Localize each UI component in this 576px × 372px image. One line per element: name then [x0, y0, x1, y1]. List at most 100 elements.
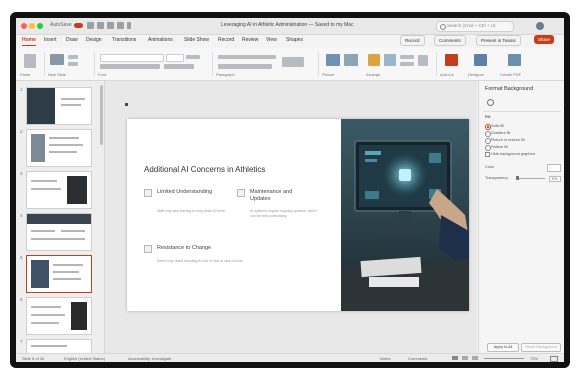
- font-name-field[interactable]: [100, 54, 164, 62]
- font-group[interactable]: [98, 52, 208, 74]
- new-slide-group[interactable]: [48, 52, 88, 74]
- tab-transitions[interactable]: Transitions: [112, 37, 136, 43]
- picture-label: Picture: [322, 72, 335, 77]
- present-in-teams-button[interactable]: Present in Teams: [476, 35, 521, 46]
- item-heading[interactable]: Limited Understanding: [157, 189, 212, 196]
- transparency-slider[interactable]: [517, 178, 545, 179]
- checkbox-icon: [237, 189, 245, 197]
- divider: [318, 52, 319, 76]
- font-format-icons[interactable]: [100, 64, 160, 69]
- color-picker-button[interactable]: [547, 164, 561, 172]
- thumbnail-text: [31, 230, 55, 232]
- font-color-icons[interactable]: [164, 64, 194, 69]
- thumbnail-text: [61, 104, 81, 106]
- zoom-slider[interactable]: [484, 358, 524, 359]
- slide-thumbnail[interactable]: [26, 297, 92, 335]
- item-heading[interactable]: Resistance to Change: [157, 245, 211, 252]
- fill-option-label: Pattern fill: [491, 145, 508, 149]
- tab-animations[interactable]: Animations: [148, 37, 173, 43]
- avatar[interactable]: [536, 22, 544, 30]
- thumbnail-text: [31, 238, 85, 240]
- tab-slide-show[interactable]: Slide Show: [184, 37, 209, 43]
- slide-thumbnail[interactable]: [26, 171, 92, 209]
- thumbnail-number: 4: [20, 213, 23, 218]
- zoom-window-button[interactable]: [37, 23, 43, 29]
- slide-sorter-icon[interactable]: [462, 356, 468, 360]
- font-size-icon[interactable]: [186, 55, 200, 59]
- language-indicator[interactable]: English (United States): [64, 356, 105, 361]
- item-heading[interactable]: Maintenance and Updates: [250, 189, 312, 203]
- designer-group[interactable]: [468, 52, 494, 74]
- fill-section-label[interactable]: Fill: [485, 115, 490, 119]
- picture-group[interactable]: [322, 52, 362, 74]
- search-box[interactable]: Search (Cmd + Ctrl + U): [436, 21, 514, 32]
- hide-graphics-checkbox[interactable]: [485, 152, 490, 157]
- record-button[interactable]: Record: [400, 35, 425, 46]
- fit-to-window-icon[interactable]: [550, 356, 558, 362]
- item-body[interactable]: AI systems require ongoing updates, whic…: [250, 209, 322, 219]
- thumbnail-scrollbar[interactable]: [100, 85, 103, 145]
- apply-to-all-button[interactable]: Apply to All: [487, 343, 519, 352]
- minimize-window-button[interactable]: [29, 23, 35, 29]
- redo-icon[interactable]: [117, 22, 124, 29]
- item-body[interactable]: Some may resist adopting AI due to fear …: [157, 259, 327, 264]
- tab-record[interactable]: Record: [218, 37, 234, 43]
- close-window-button[interactable]: [21, 23, 27, 29]
- designer-icon: [474, 54, 487, 66]
- thumbnail-image: [27, 214, 91, 224]
- home-icon[interactable]: [87, 22, 94, 29]
- paste-group[interactable]: [20, 52, 42, 74]
- undo-icon[interactable]: [107, 22, 114, 29]
- accessibility-indicator[interactable]: Accessibility: Investigate: [128, 356, 171, 361]
- thumbnail-image: [71, 302, 87, 330]
- create-pdf-group[interactable]: [500, 52, 530, 74]
- slide-thumbnail[interactable]: [26, 87, 92, 125]
- tab-view[interactable]: View: [266, 37, 277, 43]
- more-icon[interactable]: [127, 22, 131, 29]
- normal-view-icon[interactable]: [452, 356, 458, 360]
- add-ins-group[interactable]: [440, 52, 464, 74]
- transparency-label: Transparency: [485, 176, 509, 180]
- ai-hands-photo[interactable]: [341, 119, 469, 311]
- tab-insert[interactable]: Insert: [44, 37, 57, 43]
- arrange-label: Arrange: [366, 72, 381, 77]
- search-icon: [440, 24, 446, 30]
- reading-view-icon[interactable]: [472, 356, 478, 360]
- comments-status-button[interactable]: Comments: [408, 356, 427, 361]
- title-bar: AutoSave Leveraging AI in Athletic Admin…: [16, 18, 564, 35]
- autosave-toggle[interactable]: [74, 23, 83, 28]
- transparency-slider-handle[interactable]: [516, 176, 519, 180]
- notes-marker-icon: [125, 103, 128, 106]
- zoom-level[interactable]: 75%: [530, 356, 538, 361]
- shape-outline-icon: [400, 62, 414, 66]
- pane-title: Format Background: [485, 86, 534, 92]
- transparency-value[interactable]: 0%: [549, 176, 561, 182]
- tab-review[interactable]: Review: [242, 37, 258, 43]
- slide-title[interactable]: Additional AI Concerns in Athletics: [144, 165, 265, 174]
- list-icons[interactable]: [218, 55, 276, 59]
- fill-bucket-icon[interactable]: [487, 99, 494, 106]
- ribbon-home: Paste New Slide Font Paragraph Picture A…: [16, 48, 564, 81]
- tab-home[interactable]: Home: [22, 37, 36, 46]
- font-size-field[interactable]: [166, 54, 184, 62]
- tab-design[interactable]: Design: [86, 37, 102, 43]
- comments-button[interactable]: Comments: [434, 35, 466, 46]
- align-icons[interactable]: [218, 64, 272, 69]
- paragraph-group[interactable]: [216, 52, 312, 74]
- thumbnail-number: 7: [20, 339, 23, 344]
- tab-shapes[interactable]: Shapes: [286, 37, 303, 43]
- tab-draw[interactable]: Draw: [66, 37, 78, 43]
- current-slide[interactable]: Additional AI Concerns in Athletics Limi…: [127, 119, 469, 311]
- slide-thumbnail-selected[interactable]: [26, 255, 92, 293]
- save-icon[interactable]: [97, 22, 104, 29]
- item-body[interactable]: Staff may lack training to fully utilize…: [157, 209, 227, 214]
- arrange-group[interactable]: [366, 52, 432, 74]
- notes-button[interactable]: Notes: [380, 356, 390, 361]
- slide-thumbnail[interactable]: [26, 213, 92, 251]
- text-direction-icon[interactable]: [282, 57, 304, 67]
- color-label: Color: [485, 165, 495, 169]
- slide-thumbnail[interactable]: [26, 129, 92, 167]
- share-button[interactable]: Share: [534, 35, 555, 44]
- fill-option-label: Picture or texture fill: [491, 138, 525, 142]
- reset-background-button[interactable]: Reset Background: [521, 343, 561, 352]
